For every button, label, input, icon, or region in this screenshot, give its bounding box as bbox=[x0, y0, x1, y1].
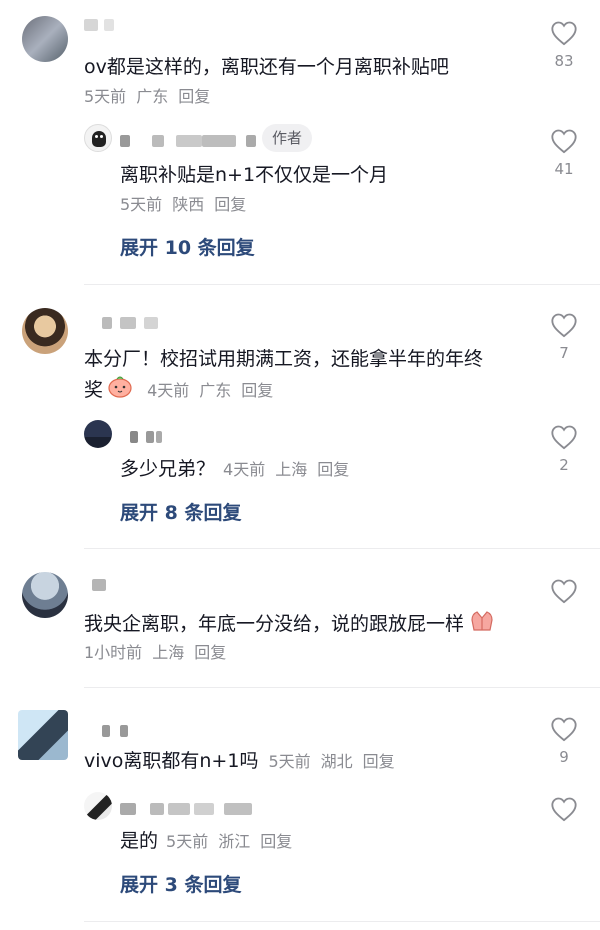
username[interactable] bbox=[84, 14, 124, 34]
like-button[interactable] bbox=[548, 578, 580, 604]
reply-button[interactable]: 回复 bbox=[178, 87, 210, 106]
username[interactable] bbox=[84, 574, 124, 594]
comment-item: 本分厂！校招试用期满工资，还能拿半年的年终 奖 4天前 广东 回复 7 多少兄弟？ 4… bbox=[0, 290, 600, 550]
reply-button[interactable]: 回复 bbox=[241, 381, 273, 400]
location: 上海 bbox=[275, 460, 308, 479]
heart-icon bbox=[551, 579, 577, 604]
like-button[interactable]: 2 bbox=[548, 424, 580, 474]
comment-item: vivo离职都有n+1吗 5天前 湖北 回复 9 是的 5天前 浙江 回复 展开 3 条回复 bbox=[0, 690, 600, 930]
like-count: 9 bbox=[559, 748, 569, 766]
username[interactable] bbox=[120, 426, 180, 446]
divider bbox=[84, 921, 600, 922]
avatar[interactable] bbox=[84, 420, 112, 448]
timestamp: 4天前 bbox=[223, 460, 266, 479]
reply-button[interactable]: 回复 bbox=[194, 643, 226, 662]
reply-button[interactable]: 回复 bbox=[363, 752, 395, 771]
like-button[interactable]: 7 bbox=[548, 312, 580, 362]
reply-text: 多少兄弟？ 4天前 上海 回复 bbox=[120, 454, 359, 485]
avatar[interactable] bbox=[22, 308, 68, 354]
heart-icon bbox=[551, 717, 577, 742]
reply-button[interactable]: 回复 bbox=[260, 832, 292, 851]
comment-text: ov都是这样的，离职还有一个月离职补贴吧 bbox=[84, 56, 449, 78]
comment-item: 我央企离职，年底一分没给，说的跟放屁一样 1小时前 上海 回复 bbox=[0, 550, 600, 688]
avatar[interactable] bbox=[18, 710, 68, 760]
divider bbox=[84, 284, 600, 285]
avatar[interactable] bbox=[22, 16, 68, 62]
divider bbox=[84, 548, 600, 549]
reply-text: 离职补贴是n+1不仅仅是一个月 bbox=[120, 164, 389, 186]
heart-icon bbox=[551, 129, 577, 154]
location: 陕西 bbox=[172, 195, 205, 214]
comment-text-body: 我央企离职，年底一分没给，说的跟放屁一样 bbox=[84, 613, 465, 635]
username[interactable] bbox=[120, 798, 260, 818]
comment-item: ov都是这样的，离职还有一个月离职补贴吧 5天前 广东 回复 83 作者 离职补贴是… bbox=[0, 0, 600, 290]
like-button[interactable]: 9 bbox=[548, 716, 580, 766]
comment-meta: 5天前 广东 回复 bbox=[84, 86, 220, 108]
reply-text-body: 是的 bbox=[120, 830, 159, 852]
comment-text-body: vivo离职都有n+1吗 bbox=[84, 750, 259, 772]
username[interactable] bbox=[84, 720, 144, 740]
heart-icon bbox=[551, 313, 577, 338]
like-count: 2 bbox=[559, 456, 569, 474]
peach-emoji-icon bbox=[107, 374, 133, 407]
comment-text: vivo离职都有n+1吗 5天前 湖北 回复 bbox=[84, 746, 405, 777]
like-count: 41 bbox=[554, 160, 574, 178]
timestamp: 5天前 bbox=[120, 195, 163, 214]
divider bbox=[84, 687, 600, 688]
location: 湖北 bbox=[320, 752, 353, 771]
comment-text-line2: 奖 4天前 广东 回复 bbox=[84, 374, 283, 407]
avatar[interactable] bbox=[84, 124, 112, 152]
timestamp: 5天前 bbox=[84, 87, 127, 106]
expand-replies-button[interactable]: 展开 8 条回复 bbox=[120, 500, 241, 526]
like-count: 83 bbox=[554, 52, 574, 70]
heart-icon bbox=[551, 425, 577, 450]
like-button[interactable]: 83 bbox=[548, 20, 580, 70]
like-button[interactable]: 41 bbox=[548, 128, 580, 178]
like-count: 7 bbox=[559, 344, 569, 362]
comment-text-line1: 本分厂！校招试用期满工资，还能拿半年的年终 bbox=[84, 348, 484, 370]
heart-icon bbox=[551, 21, 577, 46]
heart-icon bbox=[551, 797, 577, 822]
username[interactable] bbox=[120, 130, 256, 150]
timestamp: 4天前 bbox=[147, 381, 190, 400]
reply-button[interactable]: 回复 bbox=[317, 460, 349, 479]
location: 浙江 bbox=[218, 832, 251, 851]
comment-text: 我央企离职，年底一分没给，说的跟放屁一样 bbox=[84, 608, 496, 641]
comment-meta: 1小时前 上海 回复 bbox=[84, 642, 236, 664]
location: 广东 bbox=[199, 381, 232, 400]
like-button[interactable] bbox=[548, 796, 580, 822]
expand-replies-button[interactable]: 展开 3 条回复 bbox=[120, 872, 241, 898]
avatar[interactable] bbox=[22, 572, 68, 618]
username[interactable] bbox=[84, 312, 164, 332]
timestamp: 5天前 bbox=[268, 752, 311, 771]
pray-hands-emoji-icon bbox=[468, 608, 496, 641]
timestamp: 5天前 bbox=[166, 832, 209, 851]
reply-text-body: 多少兄弟？ bbox=[120, 458, 216, 480]
reply-text: 是的 5天前 浙江 回复 bbox=[120, 826, 302, 857]
location: 上海 bbox=[152, 643, 185, 662]
timestamp: 1小时前 bbox=[84, 643, 143, 662]
reply-button[interactable]: 回复 bbox=[214, 195, 246, 214]
author-tag: 作者 bbox=[262, 124, 313, 152]
expand-replies-button[interactable]: 展开 10 条回复 bbox=[120, 235, 255, 261]
avatar[interactable] bbox=[84, 792, 112, 820]
comment-text-line2-text: 奖 bbox=[84, 379, 104, 401]
reply-meta: 5天前 陕西 回复 bbox=[120, 194, 256, 216]
location: 广东 bbox=[136, 87, 169, 106]
